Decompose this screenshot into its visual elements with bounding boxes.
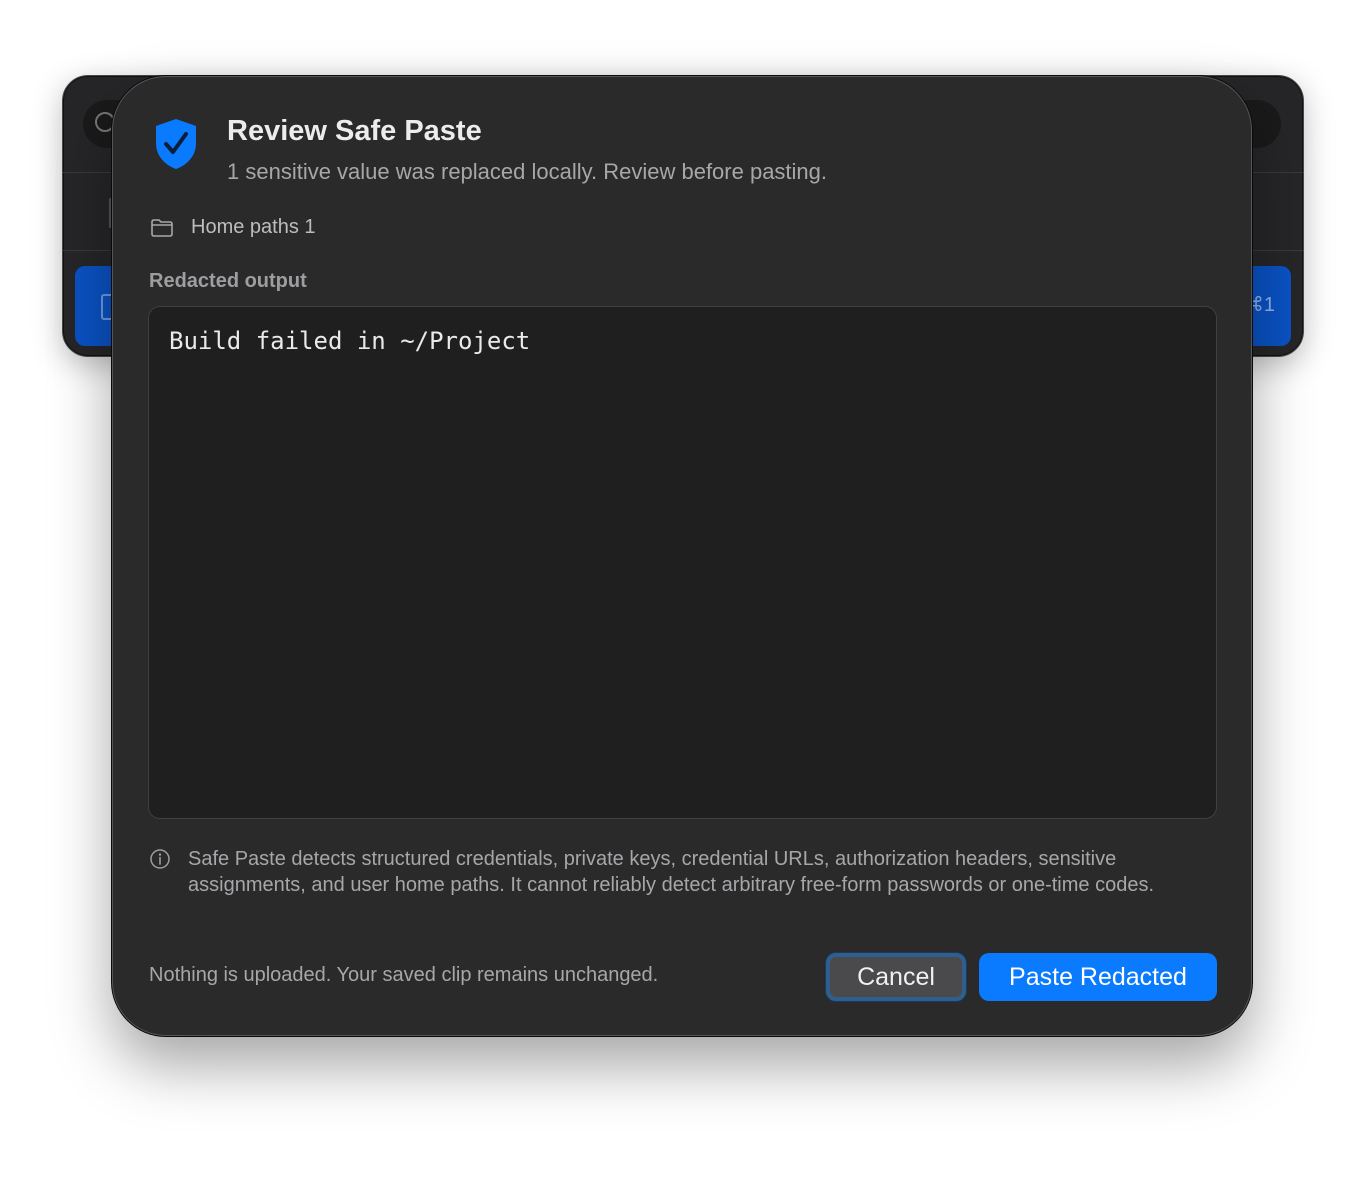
screen: ⌘1 Review Safe Paste 1 sensitive value w…	[0, 0, 1364, 1184]
privacy-note: Nothing is uploaded. Your saved clip rem…	[149, 964, 659, 986]
shield-checkmark-icon	[156, 119, 196, 169]
category-home-paths: Home paths 1	[191, 216, 316, 238]
dialog-title: Review Safe Paste	[227, 115, 482, 147]
dialog-subtitle: 1 sensitive value was replaced locally. …	[227, 159, 828, 184]
cancel-button[interactable]: Cancel	[826, 953, 966, 1001]
safe-paste-dialog: Review Safe Paste 1 sensitive value was …	[112, 76, 1252, 1036]
info-icon	[150, 849, 170, 869]
redacted-output-field[interactable]: Build failed in ~/Project	[148, 306, 1217, 819]
folder-icon	[151, 219, 173, 237]
paste-redacted-button[interactable]: Paste Redacted	[979, 953, 1217, 1001]
detection-disclaimer: Safe Paste detects structured credential…	[188, 848, 1155, 896]
redacted-output-text: Build failed in ~/Project	[169, 327, 531, 355]
redacted-output-label: Redacted output	[149, 270, 307, 292]
